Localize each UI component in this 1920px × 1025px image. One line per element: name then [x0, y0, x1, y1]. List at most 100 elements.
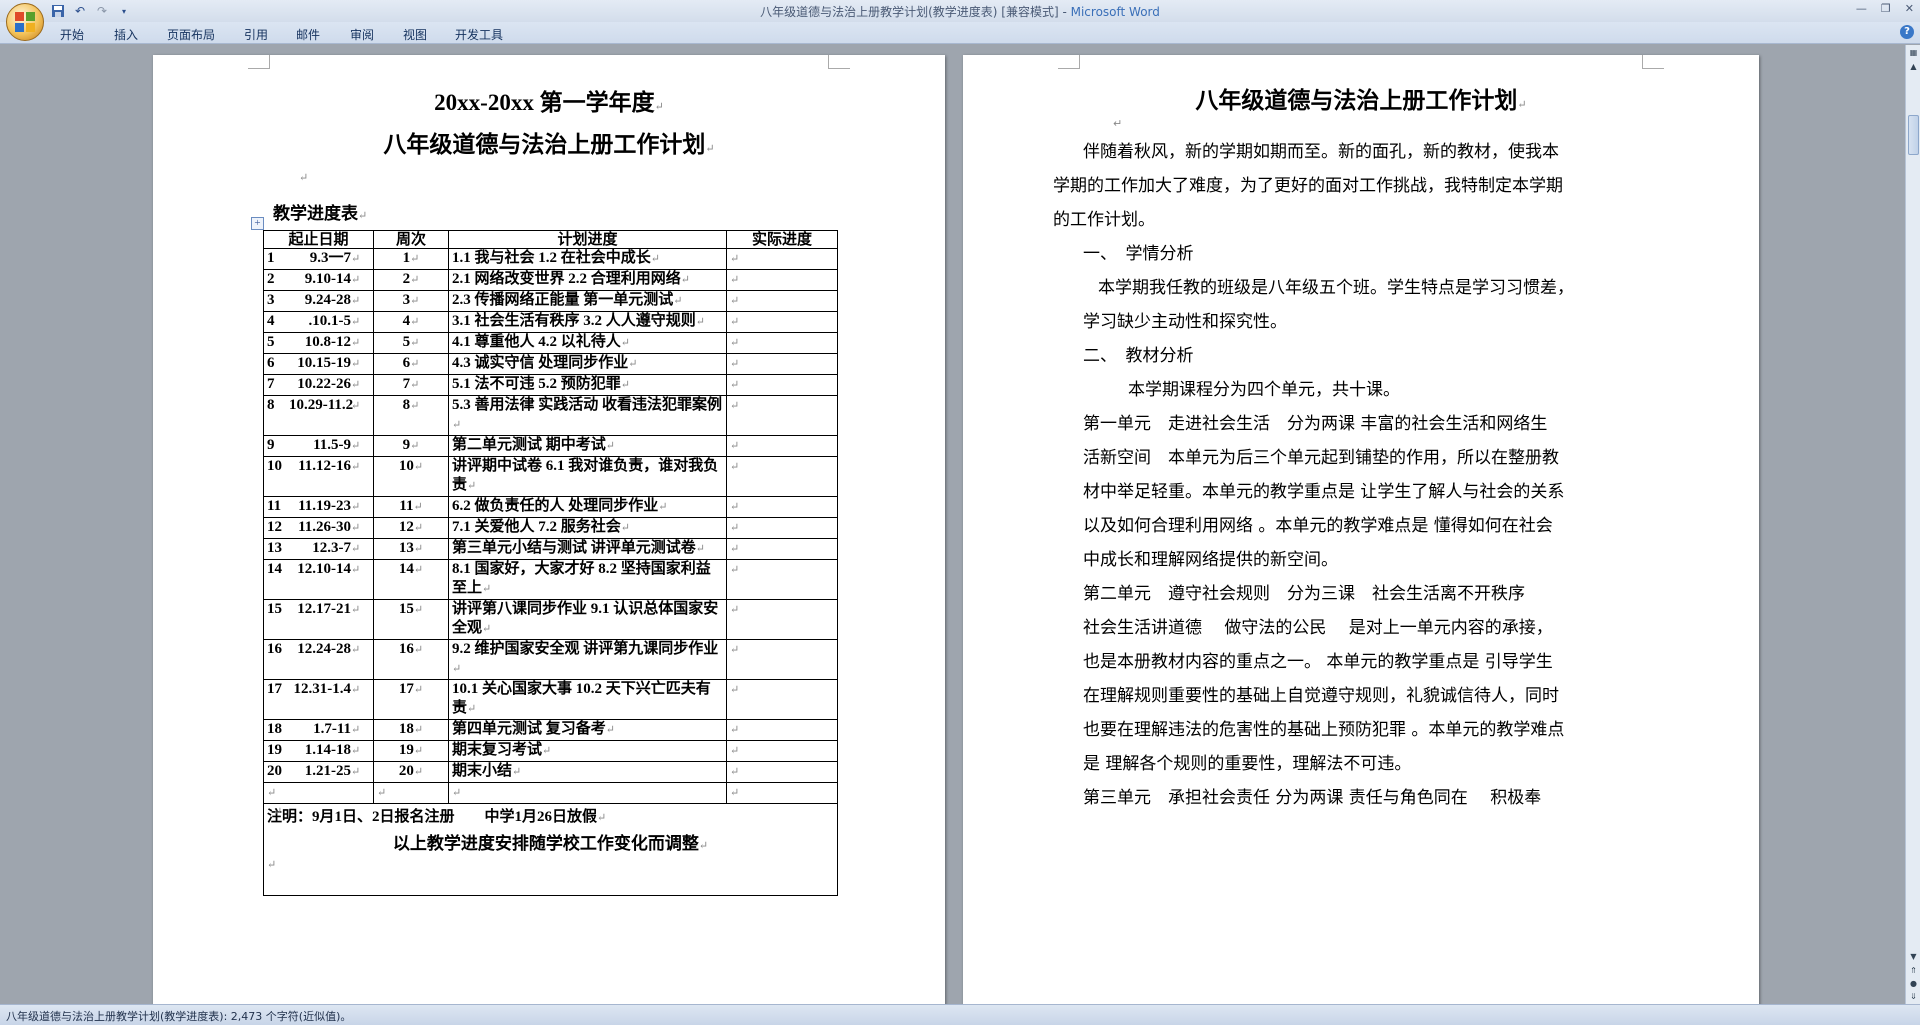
date-cell[interactable]: 5 10.8-12↵ [263, 332, 374, 354]
plan-cell[interactable]: 讲评第八课同步作业 9.1 认识总体国家安全观↵ [448, 599, 727, 640]
next-page-icon[interactable]: ⇓ [1908, 991, 1919, 1002]
plan-cell[interactable]: 9.2 维护国家安全观 讲评第九课同步作业↵ [448, 639, 727, 680]
plan-cell[interactable]: 8.1 国家好，大家才好 8.2 坚持国家利益至上↵ [448, 559, 727, 600]
minimize-icon[interactable]: — [1856, 2, 1867, 15]
date-cell[interactable]: 10 11.12-16↵ [263, 456, 374, 497]
plan-cell[interactable]: 期末小结↵ [448, 761, 727, 783]
tab-mailings[interactable]: 邮件 [296, 26, 320, 43]
ruler-toggle-icon[interactable]: ▦ [1908, 47, 1919, 58]
actual-cell[interactable]: ↵ [726, 435, 838, 457]
actual-cell[interactable]: ↵ [726, 456, 838, 497]
previous-page-icon[interactable]: ⇑ [1908, 965, 1919, 976]
date-cell[interactable]: 20 1.21-25↵ [263, 761, 374, 783]
week-cell[interactable]: 15↵ [373, 599, 449, 640]
actual-cell[interactable]: ↵ [726, 761, 838, 783]
tab-review[interactable]: 审阅 [350, 26, 374, 43]
date-cell[interactable]: 4.10.1-5↵ [263, 311, 374, 333]
week-cell[interactable]: 8↵ [373, 395, 449, 436]
week-cell[interactable]: 9↵ [373, 435, 449, 457]
plan-cell[interactable]: 1.1 我与社会 1.2 在社会中成长↵ [448, 248, 727, 270]
week-cell[interactable]: 18↵ [373, 719, 449, 741]
date-cell[interactable]: 14 12.10-14↵ [263, 559, 374, 600]
actual-cell[interactable]: ↵ [726, 311, 838, 333]
date-cell[interactable]: 3 9.24-28↵ [263, 290, 374, 312]
date-cell[interactable]: 1 9.3一7↵ [263, 248, 374, 270]
actual-cell[interactable]: ↵ [726, 599, 838, 640]
date-cell[interactable]: 7 10.22-26↵ [263, 374, 374, 396]
maximize-icon[interactable]: ❐ [1881, 2, 1891, 15]
date-cell[interactable]: 11 11.19-23↵ [263, 496, 374, 518]
table-move-handle-icon[interactable]: + [251, 217, 264, 230]
week-cell[interactable]: 5↵ [373, 332, 449, 354]
actual-cell[interactable]: ↵ [726, 248, 838, 270]
help-icon[interactable]: ? [1900, 25, 1914, 39]
actual-cell[interactable]: ↵ [726, 559, 838, 600]
plan-cell[interactable]: 3.1 社会生活有秩序 3.2 人人遵守规则↵ [448, 311, 727, 333]
scroll-thumb[interactable] [1908, 115, 1919, 155]
plan-cell[interactable]: 第四单元测试 复习备考↵ [448, 719, 727, 741]
plan-cell[interactable]: 4.1 尊重他人 4.2 以礼待人↵ [448, 332, 727, 354]
week-cell[interactable]: 1↵ [373, 248, 449, 270]
plan-cell[interactable]: 10.1 关心国家大事 10.2 天下兴亡匹夫有责↵ [448, 679, 727, 720]
actual-cell[interactable]: ↵ [726, 679, 838, 720]
actual-cell[interactable]: ↵ [726, 496, 838, 518]
week-cell[interactable]: 7↵ [373, 374, 449, 396]
plan-cell[interactable]: 2.3 传播网络正能量 第一单元测试↵ [448, 290, 727, 312]
tab-home[interactable]: 开始 [60, 26, 84, 43]
week-cell[interactable]: 16↵ [373, 639, 449, 680]
plan-cell[interactable]: 7.1 关爱他人 7.2 服务社会↵ [448, 517, 727, 539]
vertical-scrollbar[interactable]: ▦ ▲ ▼ ⇑ ● ⇓ [1905, 45, 1920, 1004]
page2-body[interactable]: 伴随着秋风，新的学期如期而至。新的面孔，新的教材，使我本 学期的工作加大了难度，为… [1053, 135, 1643, 815]
week-cell[interactable]: 11↵ [373, 496, 449, 518]
tab-page-layout[interactable]: 页面布局 [167, 26, 215, 43]
plan-cell[interactable]: 5.3 善用法律 实践活动 收看违法犯罪案例↵ [448, 395, 727, 436]
date-cell[interactable]: 6 10.15-19↵ [263, 353, 374, 375]
date-cell[interactable]: 19 1.14-18↵ [263, 740, 374, 762]
date-cell[interactable]: 17 12.31-1.4↵ [263, 679, 374, 720]
week-cell[interactable]: 6↵ [373, 353, 449, 375]
office-button[interactable] [6, 3, 44, 41]
date-cell[interactable]: 12 11.26-30↵ [263, 517, 374, 539]
actual-cell[interactable]: ↵ [726, 639, 838, 680]
table-cell[interactable]: ↵ [726, 782, 838, 804]
date-cell[interactable]: 2 9.10-14↵ [263, 269, 374, 291]
actual-cell[interactable]: ↵ [726, 719, 838, 741]
browse-object-icon[interactable]: ● [1908, 978, 1919, 989]
plan-cell[interactable]: 6.2 做负责任的人 处理同步作业↵ [448, 496, 727, 518]
plan-cell[interactable]: 第三单元小结与测试 讲评单元测试卷↵ [448, 538, 727, 560]
tab-references[interactable]: 引用 [244, 26, 268, 43]
date-cell[interactable]: 15 12.17-21↵ [263, 599, 374, 640]
actual-cell[interactable]: ↵ [726, 538, 838, 560]
week-cell[interactable]: 17↵ [373, 679, 449, 720]
date-cell[interactable]: 9 11.5-9↵ [263, 435, 374, 457]
plan-cell[interactable]: 5.1 法不可违 5.2 预防犯罪↵ [448, 374, 727, 396]
plan-cell[interactable]: 4.3 诚实守信 处理同步作业↵ [448, 353, 727, 375]
week-cell[interactable]: 4↵ [373, 311, 449, 333]
week-cell[interactable]: 10↵ [373, 456, 449, 497]
tab-insert[interactable]: 插入 [114, 26, 138, 43]
date-cell[interactable]: 13 12.3-7↵ [263, 538, 374, 560]
actual-cell[interactable]: ↵ [726, 332, 838, 354]
table-cell[interactable]: ↵ [373, 782, 449, 804]
actual-cell[interactable]: ↵ [726, 269, 838, 291]
tab-view[interactable]: 视图 [403, 26, 427, 43]
plan-cell[interactable]: 2.1 网络改变世界 2.2 合理利用网络↵ [448, 269, 727, 291]
week-cell[interactable]: 12↵ [373, 517, 449, 539]
week-cell[interactable]: 14↵ [373, 559, 449, 600]
week-cell[interactable]: 2↵ [373, 269, 449, 291]
plan-cell[interactable]: 期末复习考试↵ [448, 740, 727, 762]
table-cell[interactable]: ↵ [448, 782, 727, 804]
actual-cell[interactable]: ↵ [726, 374, 838, 396]
date-cell[interactable]: 8 10.29-11.2↵ [263, 395, 374, 436]
actual-cell[interactable]: ↵ [726, 517, 838, 539]
plan-cell[interactable]: 第二单元测试 期中考试↵ [448, 435, 727, 457]
week-cell[interactable]: 13↵ [373, 538, 449, 560]
scroll-down-icon[interactable]: ▼ [1908, 951, 1919, 962]
table-note-cell[interactable]: 注明：9月1日、2日报名注册 中学1月26日放假↵ 以上教学进度安排随学校工作变… [263, 803, 838, 896]
plan-cell[interactable]: 讲评期中试卷 6.1 我对谁负责，谁对我负责↵ [448, 456, 727, 497]
week-cell[interactable]: 19↵ [373, 740, 449, 762]
week-cell[interactable]: 3↵ [373, 290, 449, 312]
actual-cell[interactable]: ↵ [726, 740, 838, 762]
table-cell[interactable]: ↵ [263, 782, 374, 804]
actual-cell[interactable]: ↵ [726, 395, 838, 436]
